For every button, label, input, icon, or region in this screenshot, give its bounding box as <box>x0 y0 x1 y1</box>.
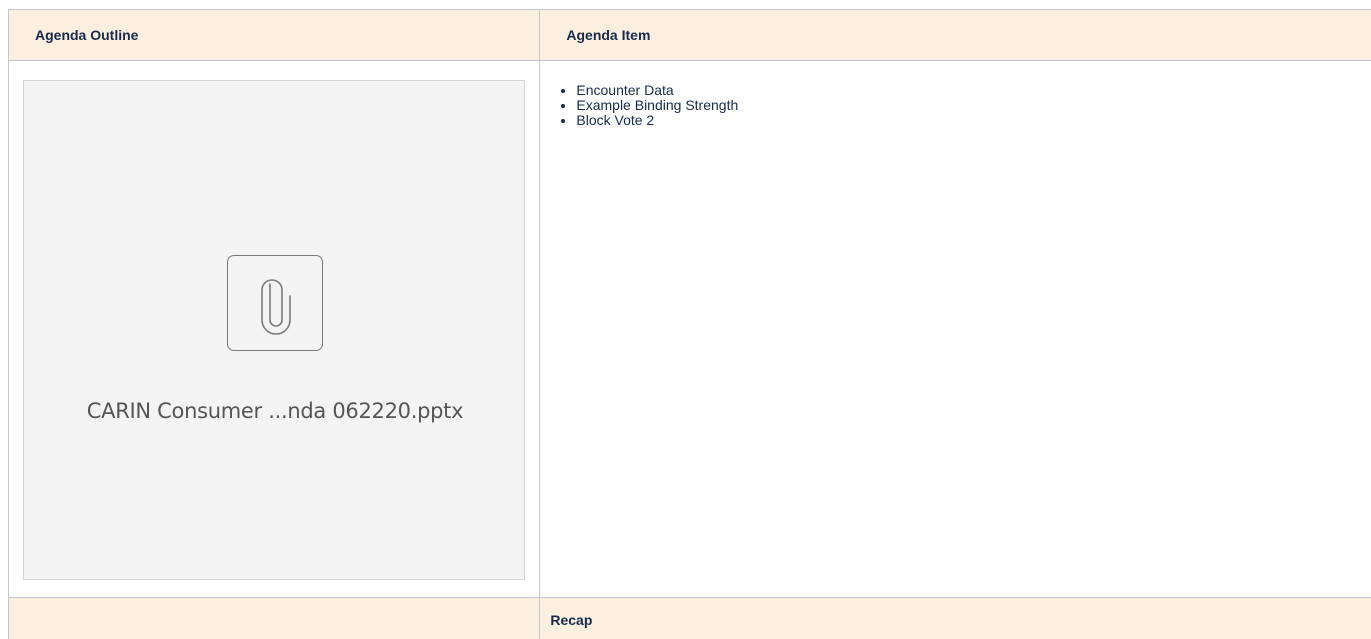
attachment-filename: CARIN Consumer ...nda 062220.pptx <box>86 399 464 423</box>
list-item: Block Vote 2 <box>576 113 1371 128</box>
list-item: Encounter Data <box>576 83 1371 98</box>
recap-label: Recap <box>539 597 1371 639</box>
agenda-items-cell: Encounter Data Example Binding Strength … <box>539 60 1371 598</box>
list-item: Example Binding Strength <box>576 98 1371 113</box>
agenda-table: Agenda Outline Agenda Item CARIN Consume… <box>7 9 1371 639</box>
header-agenda-item: Agenda Item <box>539 9 1371 61</box>
recap-empty-cell <box>7 597 541 639</box>
page: Agenda Outline Agenda Item CARIN Consume… <box>0 0 1371 639</box>
paperclip-icon <box>227 255 323 351</box>
header-agenda-outline: Agenda Outline <box>7 9 541 61</box>
attachment-cell: CARIN Consumer ...nda 062220.pptx <box>7 60 541 598</box>
attachment-preview[interactable]: CARIN Consumer ...nda 062220.pptx <box>23 80 525 580</box>
agenda-item-list: Encounter Data Example Binding Strength … <box>540 83 1371 128</box>
recap-row: Recap <box>7 597 1371 639</box>
table-header-row: Agenda Outline Agenda Item <box>7 9 1371 61</box>
table-row: CARIN Consumer ...nda 062220.pptx Encoun… <box>7 60 1371 598</box>
